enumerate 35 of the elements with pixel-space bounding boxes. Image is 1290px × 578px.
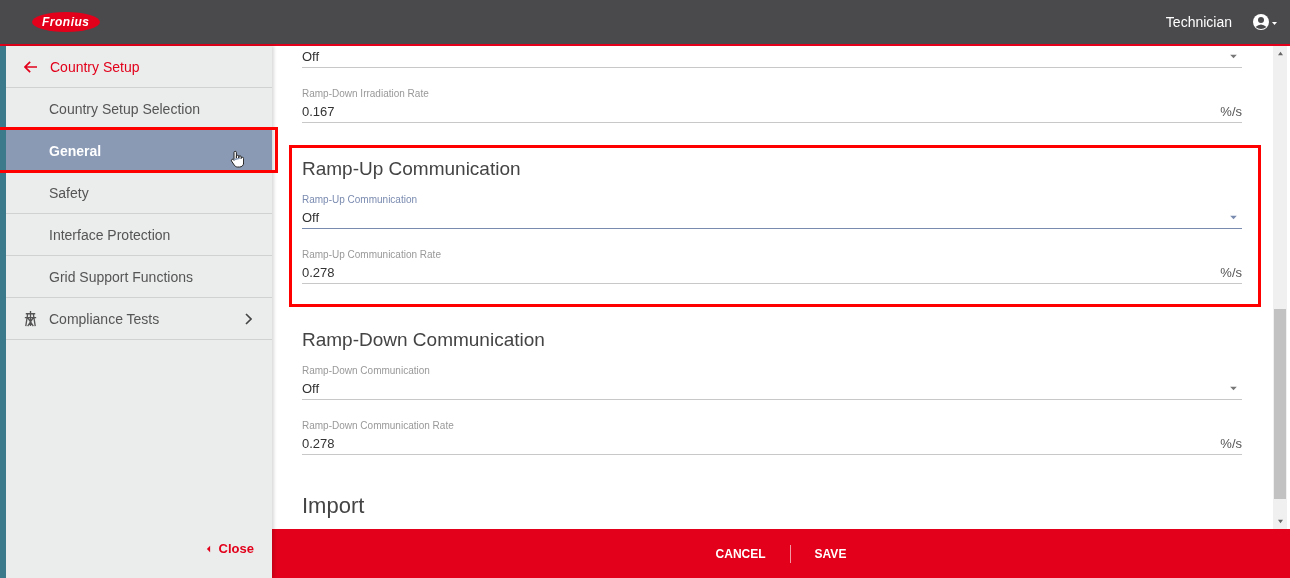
sidebar-item[interactable]: Compliance Tests (6, 298, 272, 340)
unit-label: %/s (1220, 103, 1242, 119)
cancel-button[interactable]: CANCEL (715, 542, 766, 565)
section-heading: Ramp-Down Communication (302, 328, 546, 352)
dropdown-caret-icon (1229, 214, 1238, 220)
scrollbar[interactable] (1273, 46, 1287, 529)
input-field[interactable]: Ramp-Down Communication Rate 0.278 %/s (302, 420, 1242, 455)
input-field[interactable]: Ramp-Down Irradiation Rate 0.167 %/s (302, 88, 1242, 123)
input-field[interactable]: Ramp-Up Communication Rate 0.278 %/s (302, 249, 1242, 284)
back-arrow-icon (24, 60, 38, 73)
scroll-down-icon[interactable] (1276, 519, 1284, 524)
back-link[interactable]: Country Setup (6, 46, 272, 88)
dropdown-field[interactable]: Ramp-Down Communication Off (302, 365, 1242, 400)
caret-left-icon (205, 544, 211, 553)
section-heading: Ramp-Up Communication (302, 157, 522, 181)
section-heading: Import (302, 492, 366, 520)
scroll-up-icon[interactable] (1276, 51, 1284, 56)
sidebar-item[interactable]: Grid Support Functions (6, 256, 272, 298)
chevron-right-icon (244, 312, 252, 325)
dropdown-field[interactable]: Off (302, 46, 1242, 68)
close-link[interactable]: Close (6, 541, 272, 578)
save-button[interactable]: SAVE (814, 542, 847, 565)
user-menu-icon[interactable] (1252, 13, 1278, 31)
sidebar-item[interactable]: Safety (6, 172, 272, 214)
scrollbar-thumb[interactable] (1274, 309, 1286, 499)
dropdown-caret-icon (1229, 385, 1238, 391)
dropdown-field[interactable]: Ramp-Up Communication Off (302, 194, 1242, 229)
logo[interactable]: Fronius (32, 12, 100, 32)
unit-label: %/s (1220, 435, 1242, 451)
user-role: Technician (1165, 14, 1232, 30)
unit-label: %/s (1220, 264, 1242, 280)
hand-cursor-icon (230, 150, 244, 168)
sidebar-item[interactable]: Interface Protection (6, 214, 272, 256)
dropdown-caret-icon (1229, 53, 1238, 59)
pylon-icon (22, 310, 39, 327)
